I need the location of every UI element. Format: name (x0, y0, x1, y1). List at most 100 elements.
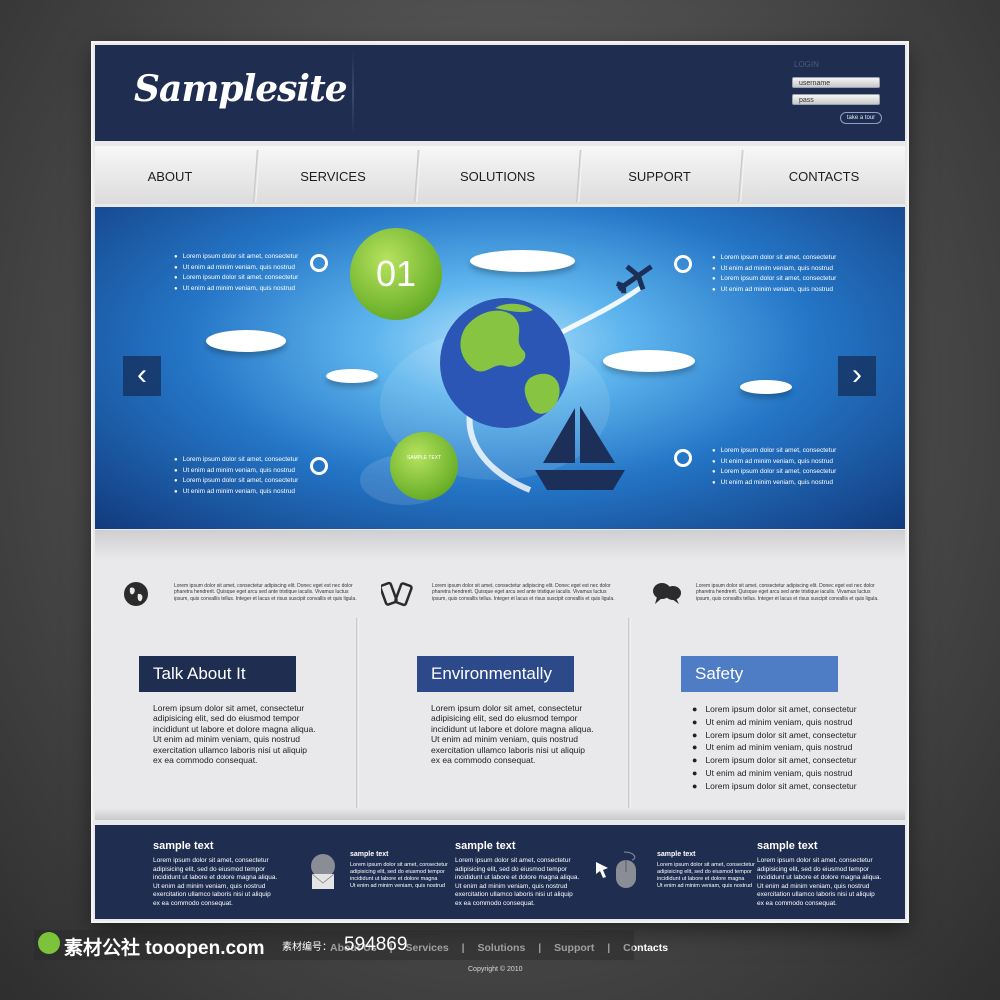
text-line: adipisicing elit, sed do eiusmod tempor (657, 869, 752, 875)
copyright: Copyright © 2010 (468, 966, 523, 973)
text-line: adipisicing elit, sed do eiusmod tempor (153, 865, 266, 873)
text-line: Ut enim ad minim veniam, quis nostrud (757, 882, 870, 890)
watermark-site: 素材公社 tooopen.com (64, 938, 265, 959)
list-item: Lorem ipsum dolor sit amet, consectetur (692, 729, 856, 742)
feature-text: Lorem ipsum dolor sit amet, consectetur … (432, 583, 615, 602)
text-line: incididunt ut labore et dolore magna (350, 876, 438, 882)
text-line: exercitation ullamco laboris nisi ut ali… (431, 744, 586, 755)
column-body: Lorem ipsum dolor sit amet, consectetur … (153, 703, 316, 765)
text-line: Ut enim ad minim veniam, quis nostrud (455, 882, 568, 890)
phones-icon (381, 581, 413, 607)
text-line: incididunt ut labore et dolore magna (657, 876, 745, 882)
nav-contacts[interactable]: CONTACTS (744, 146, 904, 204)
footer-small-text: Lorem ipsum dolor sit amet, consectetur … (657, 862, 755, 890)
column-divider (356, 618, 359, 808)
apple-logo-icon (38, 932, 60, 954)
hero-list-top-right: Lorem ipsum dolor sit amet, consectetur … (712, 253, 837, 296)
text-line: incididunt ut labore et dolore magna ali… (153, 874, 278, 881)
globe-envelope-icon (311, 854, 335, 889)
list-item: Ut enim ad minim veniam, quis nostrud (174, 466, 298, 477)
text-line: Ut enim ad minim veniam, quis nostrud (350, 883, 446, 889)
hero-list-bottom-left: Lorem ipsum dolor sit amet, consectetur … (174, 455, 299, 497)
footer-small-title: sample text (657, 851, 696, 858)
footer-title: sample text (455, 840, 516, 852)
hero-next-arrow[interactable]: › (838, 356, 876, 396)
list-item: Lorem ipsum dolor sit amet, consectetur (174, 273, 299, 284)
text-line: Lorem ipsum dolor sit amet, consectetur (153, 703, 305, 713)
hero-shadow (95, 530, 905, 560)
feature-text: Lorem ipsum dolor sit amet, consectetur … (696, 583, 879, 602)
site-logo[interactable]: Samplesite (134, 68, 348, 110)
text-line: exercitation ullamco laboris nisi ut ali… (153, 744, 308, 755)
text-line: ex ea commodo consequat. (455, 899, 535, 907)
nav-services[interactable]: SERVICES (258, 146, 408, 204)
feature-text: Lorem ipsum dolor sit amet, consectetur … (174, 583, 357, 602)
list-item: Lorem ipsum dolor sit amet, consectetur (712, 467, 837, 478)
list-item: Ut enim ad minim veniam, quis nostrud (712, 478, 836, 489)
username-field[interactable]: username (792, 77, 880, 88)
take-tour-button[interactable]: take a tour (840, 112, 882, 124)
text-line: Ut enim ad minim veniam, quis nostrud (153, 882, 266, 890)
text-line: incididunt ut labore et dolore magna ali… (455, 874, 580, 881)
text-line: exercitation ullamco laboris nisi ut ali… (757, 891, 875, 898)
watermark-code-label: 素材编号： (282, 942, 332, 953)
text-line: Lorem ipsum dolor sit amet, consectetur (350, 862, 448, 868)
text-line: Lorem ipsum dolor sit amet, consectetur (757, 857, 873, 864)
text-line: exercitation ullamco laboris nisi ut ali… (455, 891, 573, 898)
list-item: Lorem ipsum dolor sit amet, consectetur (174, 455, 299, 466)
text-line: Lorem ipsum dolor sit amet, consectetur (431, 703, 583, 713)
airplane-icon (615, 264, 653, 294)
footer-title: sample text (153, 840, 214, 852)
text-line: incididunt ut labore et dolore magna ali… (431, 723, 594, 734)
globe-icon (124, 582, 148, 606)
text-line: Ut enim ad minim veniam, quis nostrud (153, 734, 300, 745)
mouse-cursor-icon (596, 851, 636, 888)
section-shadow (95, 808, 905, 820)
text-line: Ut enim ad minim veniam, quis nostrud (657, 883, 753, 889)
ring-marker (674, 255, 692, 273)
footer-small-title: sample text (350, 851, 389, 858)
footer-text: Lorem ipsum dolor sit amet, consectetur … (757, 857, 881, 908)
text-line: Lorem ipsum dolor sit amet, consectetur (657, 862, 755, 868)
chat-bubbles-icon (653, 583, 681, 604)
nav-solutions[interactable]: SOLUTIONS (420, 146, 575, 204)
text-line: Ut enim ad minim veniam, quis nostrud (431, 734, 578, 745)
nav-support[interactable]: SUPPORT (582, 146, 737, 204)
column-heading: Safety (681, 656, 838, 692)
list-item: Ut enim ad minim veniam, quis nostrud (712, 285, 836, 296)
text-line: adipisicing elit, sed do eiusmod tempor (455, 865, 568, 873)
text-line: Lorem ipsum dolor sit amet, consectetur (455, 857, 571, 864)
header-divider (352, 50, 354, 136)
list-item: Lorem ipsum dolor sit amet, consectetur (712, 274, 837, 285)
text-line: exercitation ullamco laboris nisi ut ali… (153, 891, 271, 898)
list-item: Lorem ipsum dolor sit amet, consectetur (712, 446, 837, 457)
text-line: ex ea commodo consequat. (153, 755, 258, 766)
cloud-icon (206, 330, 286, 352)
cloud-icon (740, 380, 792, 394)
hero-badge-number: 01 (350, 228, 442, 320)
text-line: adipisicing elit, sed do eiusmod tempor (350, 869, 445, 875)
list-item: Lorem ipsum dolor sit amet, consectetur (692, 703, 856, 716)
text-line: ex ea commodo consequat. (153, 899, 233, 907)
column-body: Lorem ipsum dolor sit amet, consectetur … (431, 703, 594, 765)
column-divider (628, 618, 631, 808)
footer-small-text: Lorem ipsum dolor sit amet, consectetur … (350, 862, 448, 890)
text-line: adipisicing elit, sed do eiusmod tempor (153, 713, 300, 724)
hero-prev-arrow[interactable]: ‹ (123, 356, 161, 396)
nav-about[interactable]: ABOUT (95, 146, 245, 204)
ring-marker (310, 457, 328, 475)
text-line: ex ea commodo consequat. (757, 899, 837, 907)
text-line: adipisicing elit, sed do eiusmod tempor (431, 713, 578, 724)
list-item: Ut enim ad minim veniam, quis nostrud (174, 284, 298, 295)
hero-badge-sample: SAMPLE TEXT (390, 432, 458, 500)
sailboat-icon (535, 406, 625, 490)
footer-title: sample text (757, 840, 818, 852)
list-item: Ut enim ad minim veniam, quis nostrud (692, 716, 857, 729)
list-item: Ut enim ad minim veniam, quis nostrud (712, 264, 836, 275)
password-field[interactable]: pass (792, 94, 880, 105)
login-label: LOGIN (794, 60, 819, 69)
text-line: incididunt ut labore et dolore magna ali… (757, 874, 882, 881)
safety-list: Lorem ipsum dolor sit amet, consectetur … (692, 703, 857, 793)
hero-illustration (440, 264, 653, 493)
list-item: Lorem ipsum dolor sit amet, consectetur (692, 754, 856, 767)
